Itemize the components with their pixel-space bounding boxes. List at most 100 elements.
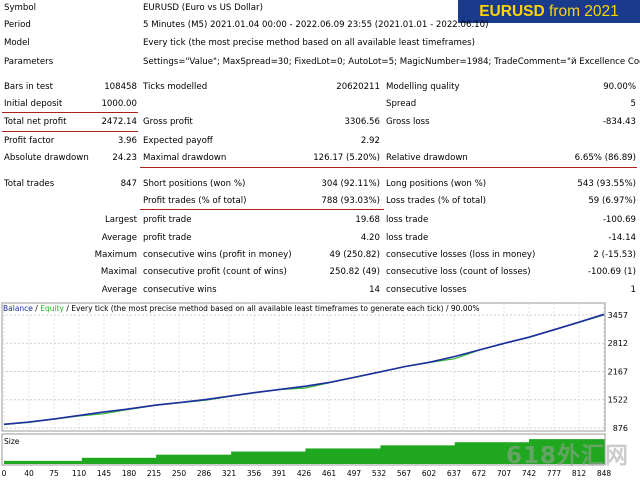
value-profit-factor: 3.96 (117, 136, 137, 146)
value-total-net-profit: 2472.14 (101, 117, 137, 127)
legend-description: / Every tick (the most precise method ba… (63, 304, 480, 313)
test-report: EURUSD from 2021 Symbol EURUSD (Euro vs … (0, 0, 640, 300)
detail-prefix: Maximal (100, 267, 137, 277)
y-tick-label: 2167 (608, 367, 628, 376)
x-ticks: 0 40 75 110 145 180 215 250 286 321 356 391 426 461 49… (2, 469, 612, 478)
detail-prefix: Largest (104, 215, 137, 225)
row-initial-deposit: Initial deposit 1000.00 Spread 5 (0, 97, 640, 112)
detail-value: 2 (-15.53) (593, 250, 636, 260)
x-tick-label: 812 (572, 469, 587, 478)
detail-label: loss trade (386, 215, 429, 225)
label-maximal-drawdown: Maximal drawdown (143, 153, 227, 163)
label-period: Period (4, 20, 31, 30)
x-tick-label: 110 (72, 469, 87, 478)
legend-equity: Equity (40, 304, 64, 313)
x-tick-label: 321 (222, 469, 237, 478)
y-tick-label: 3457 (608, 311, 628, 320)
detail-label: profit trade (143, 215, 192, 225)
detail-value: 19.68 (355, 215, 380, 225)
detail-row: Average consecutive wins 14 consecutive … (0, 283, 640, 298)
detail-value: -100.69 (602, 215, 636, 225)
highlight-rule (2, 112, 138, 113)
detail-value: 49 (250.82) (329, 250, 380, 260)
value-absolute-drawdown: 24.23 (112, 153, 137, 163)
detail-row: Maximal consecutive profit (count of win… (0, 265, 640, 280)
highlight-rule (140, 167, 637, 168)
value-relative-drawdown: 6.65% (86.89) (574, 153, 636, 163)
x-tick-label: 286 (197, 469, 212, 478)
y-ticks: 3457 2812 2167 1522 876 (608, 311, 628, 433)
row-profit-factor: Profit factor 3.96 Expected payoff 2.92 (0, 134, 640, 149)
detail-value: 250.82 (49) (329, 267, 380, 277)
detail-row: Maximum consecutive wins (profit in mone… (0, 248, 640, 263)
x-tick-label: 145 (97, 469, 112, 478)
x-tick-label: 461 (322, 469, 337, 478)
value-period: 5 Minutes (M5) 2021.01.04 00:00 - 2022.0… (143, 20, 489, 30)
label-profit-trades: Profit trades (% of total) (143, 196, 247, 206)
chart-legend: Balance / Equity / Every tick (the most … (3, 304, 480, 313)
label-short-positions: Short positions (won %) (143, 179, 246, 189)
detail-value: 1 (630, 285, 636, 295)
value-modelling-quality: 90.00% (603, 82, 636, 92)
label-modelling-quality: Modelling quality (386, 82, 460, 92)
x-tick-label: 497 (347, 469, 362, 478)
value-maximal-drawdown: 126.17 (5.20%) (313, 153, 380, 163)
watermark: 618外汇网 (506, 443, 630, 469)
size-label: Size (4, 437, 20, 446)
size-bar (305, 448, 381, 464)
value-bars-in-test: 108458 (104, 82, 137, 92)
label-symbol: Symbol (4, 3, 37, 13)
detail-label: profit trade (143, 233, 192, 243)
x-tick-label: 707 (497, 469, 512, 478)
x-tick-label: 567 (397, 469, 412, 478)
value-spread: 5 (630, 99, 636, 109)
label-parameters: Parameters (4, 57, 54, 67)
x-tick-label: 848 (597, 469, 612, 478)
x-tick-label: 426 (297, 469, 312, 478)
value-expected-payoff: 2.92 (360, 136, 380, 146)
detail-label: consecutive losses (loss in money) (386, 250, 536, 260)
x-tick-label: 532 (372, 469, 387, 478)
value-parameters: Settings="Value"; MaxSpread=30; FixedLot… (143, 57, 640, 67)
size-bar (380, 445, 456, 464)
label-model: Model (4, 38, 30, 48)
x-tick-label: 215 (147, 469, 162, 478)
x-tick-label: 356 (247, 469, 262, 478)
label-expected-payoff: Expected payoff (143, 136, 213, 146)
detail-label: loss trade (386, 233, 429, 243)
row-profit-trades: Profit trades (% of total) 788 (93.03%) … (0, 194, 640, 209)
row-bars: Bars in test 108458 Ticks modelled 20620… (0, 80, 640, 95)
detail-value: 4.20 (360, 233, 380, 243)
highlight-rule (2, 131, 138, 132)
value-loss-trades: 59 (6.97%) (588, 196, 636, 206)
detail-label: consecutive wins (143, 285, 217, 295)
detail-value: 14 (369, 285, 380, 295)
size-bar (4, 460, 83, 464)
label-ticks-modelled: Ticks modelled (143, 82, 208, 92)
label-long-positions: Long positions (won %) (386, 179, 487, 189)
label-gross-profit: Gross profit (143, 117, 193, 127)
x-tick-label: 672 (472, 469, 487, 478)
x-tick-label: 75 (49, 469, 59, 478)
x-tick-label: 180 (122, 469, 137, 478)
size-bar (231, 451, 306, 464)
detail-prefix: Maximum (94, 250, 137, 260)
highlight-rule (140, 209, 384, 210)
value-profit-trades: 788 (93.03%) (321, 196, 380, 206)
detail-row: Largest profit trade 19.68 loss trade -1… (0, 213, 640, 228)
row-drawdown: Absolute drawdown 24.23 Maximal drawdown… (0, 151, 640, 166)
value-model: Every tick (the most precise method base… (143, 38, 476, 48)
detail-label: consecutive loss (count of losses) (386, 267, 531, 277)
x-tick-label: 637 (447, 469, 462, 478)
x-tick-label: 40 (24, 469, 34, 478)
value-symbol: EURUSD (Euro vs US Dollar) (143, 3, 263, 13)
legend-balance: Balance (3, 304, 33, 313)
label-relative-drawdown: Relative drawdown (386, 153, 468, 163)
detail-prefix: Average (101, 233, 137, 243)
value-gross-profit: 3306.56 (344, 117, 380, 127)
detail-prefix: Average (101, 285, 137, 295)
value-gross-loss: -834.43 (602, 117, 636, 127)
value-ticks-modelled: 20620211 (336, 82, 380, 92)
detail-value: -100.69 (1) (587, 267, 636, 277)
value-total-trades: 847 (120, 179, 137, 189)
